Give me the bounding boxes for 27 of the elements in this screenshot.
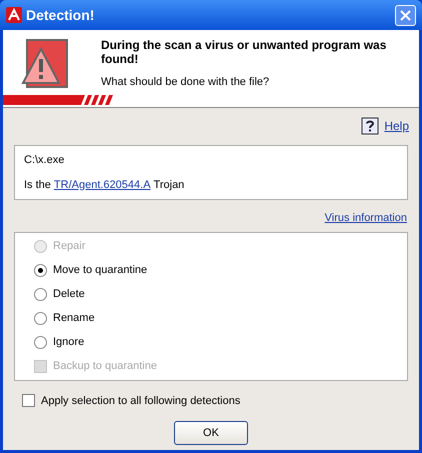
option-label: Backup to quarantine bbox=[53, 358, 157, 374]
app-logo-icon bbox=[6, 7, 22, 23]
option-label: Ignore bbox=[53, 334, 84, 350]
option-label: Move to quarantine bbox=[53, 262, 148, 278]
file-path: C:\x.exe bbox=[24, 153, 66, 168]
header-question: What should be done with the file? bbox=[101, 75, 270, 90]
checkbox[interactable] bbox=[22, 394, 35, 408]
virus-name-link[interactable]: TR/Agent.620544.A bbox=[54, 176, 151, 193]
detection-suffix: Trojan bbox=[154, 178, 184, 192]
window-title: Detection! bbox=[26, 6, 96, 24]
radio-button[interactable] bbox=[34, 312, 47, 324]
warning-icon bbox=[19, 37, 71, 89]
header-heading: During the scan a virus or unwanted program was found! bbox=[101, 38, 388, 66]
help-link[interactable]: Help bbox=[384, 117, 409, 135]
radio-button[interactable] bbox=[34, 336, 47, 348]
close-icon bbox=[400, 10, 411, 20]
close-button[interactable] bbox=[395, 4, 416, 26]
radio-button[interactable] bbox=[34, 264, 47, 276]
help-icon bbox=[361, 117, 380, 135]
ok-button[interactable]: OK bbox=[174, 421, 248, 445]
radio-button[interactable] bbox=[34, 288, 47, 300]
option-label: Repair bbox=[53, 238, 86, 254]
detection-prefix: Is the bbox=[24, 178, 51, 192]
option-label: Delete bbox=[53, 286, 85, 302]
virus-information-link[interactable]: Virus information bbox=[324, 210, 407, 226]
apply-all-label: Apply selection to all following detections bbox=[41, 394, 240, 408]
option-label: Rename bbox=[53, 310, 95, 326]
